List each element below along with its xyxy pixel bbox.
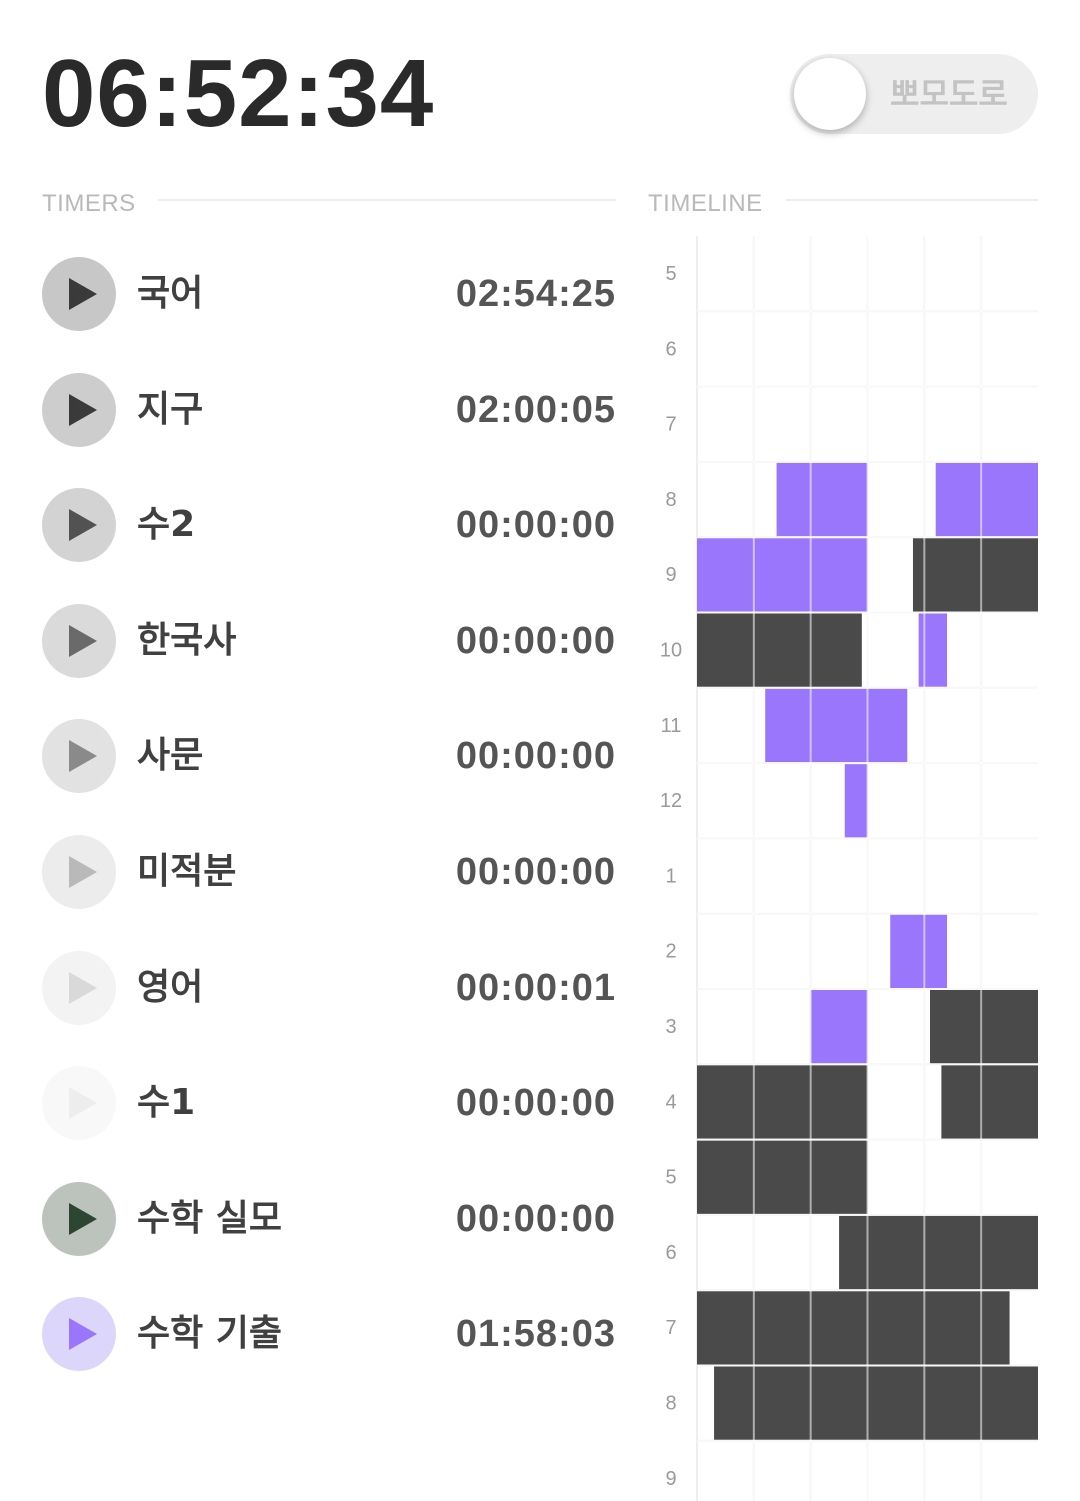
play-icon [69,278,97,310]
timeline-grid: 56789101112123456789 [660,236,1038,1501]
timeline-block-other [697,1140,868,1214]
play-icon [69,1318,97,1350]
timeline-block-other [941,1065,1038,1139]
timeline-block-study [918,613,948,687]
timeline-hour-label: 6 [665,1242,676,1264]
timer-elapsed-time: 02:00:05 [455,389,616,431]
timeline-hour-label: 7 [665,1317,676,1339]
timeline-hour-label: 9 [665,1468,676,1490]
timer-row[interactable]: 수2 00:00:00 [42,488,616,562]
timer-elapsed-time: 00:00:00 [455,735,616,777]
timer-elapsed-time: 00:00:00 [455,1082,616,1124]
timeline-hour-label: 7 [665,414,676,436]
timeline-hour-label: 8 [665,489,676,511]
play-icon [69,1087,97,1119]
timer-row[interactable]: 미적분 00:00:00 [42,835,616,909]
play-button[interactable] [42,373,116,447]
play-button[interactable] [42,951,116,1025]
timer-row[interactable]: 수학 실모 00:00:00 [42,1182,616,1256]
play-icon [69,394,97,426]
timeline-hour-label: 6 [665,338,676,360]
play-button[interactable] [42,488,116,562]
timeline-block-study [697,538,868,612]
timer-name: 수학 실모 [137,1198,283,1239]
timer-name: 수2 [137,504,196,545]
play-icon [69,509,97,541]
timer-elapsed-time: 02:54:25 [455,273,616,315]
timeline-block-other [714,1366,1038,1440]
toggle-knob[interactable] [794,58,866,130]
timer-name: 지구 [137,389,204,430]
timer-elapsed-time: 00:00:00 [455,1198,616,1240]
timer-elapsed-time: 00:00:01 [455,967,616,1009]
timeline-block-other [912,538,1038,612]
timeline-hour-label: 9 [665,564,676,586]
timeline-hour-label: 3 [665,1016,676,1038]
timeline-hour-label: 2 [665,941,676,963]
timeline-divider [786,199,1038,201]
timer-name: 한국사 [137,620,237,661]
timer-name: 국어 [137,273,204,314]
timer-name: 수학 기출 [137,1313,283,1354]
timer-name: 영어 [137,967,204,1008]
timer-elapsed-time: 00:00:00 [455,620,616,662]
timer-row[interactable]: 국어 02:54:25 [42,257,616,331]
timeline-hour-label: 12 [660,790,682,812]
total-time-display: 06:52:34 [42,40,435,147]
timeline-block-study [844,764,868,838]
timer-row[interactable]: 사문 00:00:00 [42,719,616,793]
timeline-block-other [839,1215,1038,1290]
timer-row[interactable]: 지구 02:00:05 [42,373,616,447]
play-button[interactable] [42,604,116,678]
timeline-hour-label: 5 [665,263,676,285]
play-icon [69,1203,97,1235]
timeline-block-study [765,688,908,763]
timer-elapsed-time: 00:00:00 [455,504,616,546]
timer-name: 수1 [137,1082,196,1123]
play-button[interactable] [42,257,116,331]
timeline-hour-label: 4 [665,1091,676,1113]
pomodoro-toggle-label: 뽀모도로 [890,75,1008,113]
timeline-block-study [890,914,948,988]
timers-divider [158,199,616,201]
timeline-hour-label: 8 [665,1393,676,1415]
timer-name: 사문 [137,735,204,776]
play-icon [69,625,97,657]
timeline-hour-label: 10 [660,640,682,662]
timer-row[interactable]: 수1 00:00:00 [42,1066,616,1140]
play-button[interactable] [42,835,116,909]
timeline-block-study [810,990,868,1064]
play-button[interactable] [42,1066,116,1140]
pomodoro-toggle[interactable]: 뽀모도로 [790,54,1038,134]
timers-section-header: TIMERS [42,190,136,217]
timer-row[interactable]: 한국사 00:00:00 [42,604,616,678]
timeline-block-study [935,462,1038,537]
timeline-hour-label: 5 [665,1167,676,1189]
timeline-block-other [697,1291,1010,1365]
timeline-block-other [697,613,862,687]
timeline-block-other [930,990,1038,1064]
play-icon [69,972,97,1004]
play-button[interactable] [42,1182,116,1256]
timer-name: 미적분 [137,851,237,892]
timeline-block-study [776,462,868,537]
play-icon [69,856,97,888]
timeline-block-other [697,1065,868,1139]
timeline-hour-label: 1 [665,865,676,887]
timeline-section-header: TIMELINE [648,190,763,217]
play-button[interactable] [42,1297,116,1371]
timer-elapsed-time: 00:00:00 [455,851,616,893]
play-button[interactable] [42,719,116,793]
play-icon [69,740,97,772]
timer-elapsed-time: 01:58:03 [455,1313,616,1355]
timeline-hour-label: 11 [661,715,682,737]
timer-row[interactable]: 영어 00:00:01 [42,951,616,1025]
timer-row[interactable]: 수학 기출 01:58:03 [42,1297,616,1371]
